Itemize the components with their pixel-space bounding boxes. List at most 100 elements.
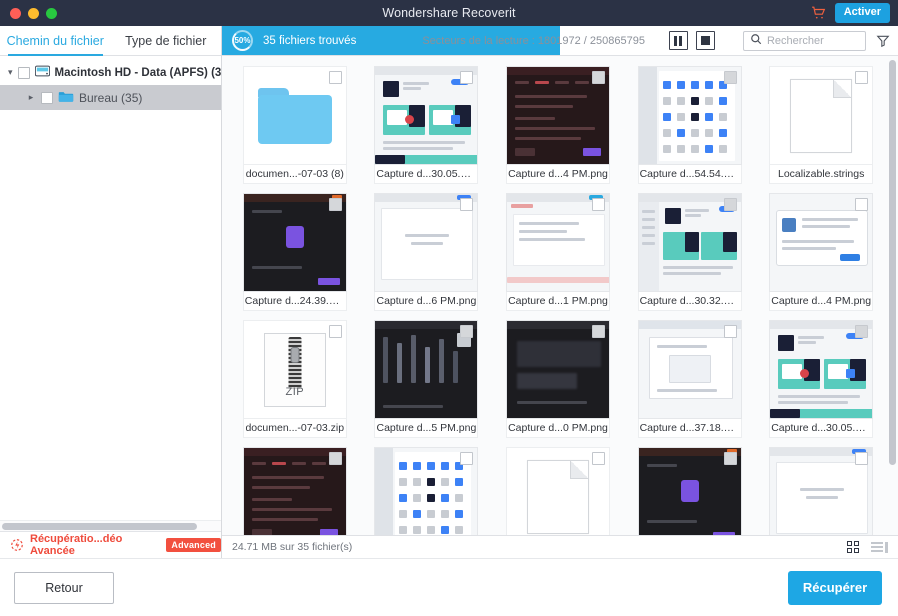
file-thumbnail[interactable] xyxy=(374,66,479,165)
close-window-button[interactable] xyxy=(10,7,21,19)
sectors-read-label: Secteurs de la lecture : 1801972 / 25086… xyxy=(422,34,645,47)
file-grid-scrollbar[interactable] xyxy=(889,60,896,531)
file-select-checkbox[interactable] xyxy=(460,71,474,84)
file-cell[interactable]: Capture d...4 PM.png xyxy=(234,447,356,535)
shopping-cart-icon[interactable] xyxy=(811,6,826,20)
minimize-window-button[interactable] xyxy=(28,7,39,19)
file-name-label: Capture d...30.32.png xyxy=(637,292,742,311)
file-cell[interactable]: Localizable.strings xyxy=(497,447,619,535)
file-thumbnail[interactable] xyxy=(769,66,874,165)
file-select-checkbox[interactable] xyxy=(328,71,342,84)
file-thumbnail[interactable] xyxy=(505,447,610,535)
file-thumbnail[interactable] xyxy=(637,66,742,165)
file-cell[interactable]: Capture d...24.39.png xyxy=(234,193,356,311)
maximize-window-button[interactable] xyxy=(46,7,57,19)
file-select-checkbox[interactable] xyxy=(460,198,474,211)
file-thumbnail[interactable] xyxy=(242,66,347,165)
file-select-checkbox[interactable] xyxy=(460,452,474,465)
file-thumbnail[interactable] xyxy=(769,447,874,535)
search-icon xyxy=(750,32,762,50)
pause-scan-button[interactable] xyxy=(668,31,688,50)
file-cell[interactable]: documen...-07-03 (8) xyxy=(234,66,356,184)
scan-toolbar: 50% 35 fichiers trouvés Secteurs de la l… xyxy=(222,26,898,56)
file-thumbnail[interactable] xyxy=(374,447,479,535)
file-thumbnail[interactable] xyxy=(374,320,479,419)
file-cell[interactable]: Capture d...5 PM.png xyxy=(366,320,488,438)
file-thumbnail[interactable] xyxy=(637,447,742,535)
back-button[interactable]: Retour xyxy=(14,571,114,604)
file-cell[interactable]: Capture d...24.39.png xyxy=(629,447,751,535)
stop-scan-button[interactable] xyxy=(695,31,715,50)
grid-view-icon[interactable] xyxy=(847,541,859,553)
file-cell[interactable]: Capture d...37.18.png xyxy=(629,320,751,438)
file-cell[interactable]: Capture d...4 PM.png xyxy=(497,66,619,184)
search-input[interactable] xyxy=(766,34,859,47)
file-cell[interactable]: Capture d...30.32.png xyxy=(629,193,751,311)
file-cell[interactable]: Capture d...54.54.png xyxy=(629,66,751,184)
file-thumbnail[interactable] xyxy=(769,193,874,292)
file-cell[interactable]: Capture d...30.05.png xyxy=(760,320,882,438)
sidebar-tabs: Chemin du fichier Type de fichier xyxy=(0,26,221,56)
tab-file-type[interactable]: Type de fichier xyxy=(111,26,222,55)
file-select-checkbox[interactable] xyxy=(723,71,737,84)
file-thumbnail[interactable]: ZIP xyxy=(242,320,347,419)
pause-icon xyxy=(674,35,683,46)
filter-icon[interactable] xyxy=(876,34,890,48)
chevron-down-icon[interactable]: ▾ xyxy=(8,67,13,78)
file-select-checkbox[interactable] xyxy=(460,325,474,338)
file-thumbnail[interactable] xyxy=(505,320,610,419)
file-thumbnail[interactable] xyxy=(505,66,610,165)
search-box[interactable] xyxy=(742,30,866,51)
file-thumbnail[interactable] xyxy=(505,193,610,292)
file-select-checkbox[interactable] xyxy=(855,452,869,465)
file-select-checkbox[interactable] xyxy=(328,198,342,211)
file-cell[interactable]: Capture d...0 PM.png xyxy=(497,320,619,438)
sidebar: Chemin du fichier Type de fichier ▾ Maci… xyxy=(0,26,222,558)
file-select-checkbox[interactable] xyxy=(591,198,605,211)
file-select-checkbox[interactable] xyxy=(855,198,869,211)
activate-button[interactable]: Activer xyxy=(834,3,890,23)
title-bar: Wondershare Recoverit Activer xyxy=(0,0,898,26)
file-thumbnail[interactable] xyxy=(242,193,347,292)
document-icon xyxy=(790,78,853,153)
file-grid-container: documen...-07-03 (8) Capture d...30.05.pn… xyxy=(222,56,898,535)
file-cell[interactable]: Capture d...30.05.png xyxy=(366,66,488,184)
file-name-label: Capture d...30.05.png xyxy=(769,419,874,438)
file-select-checkbox[interactable] xyxy=(855,71,869,84)
chevron-right-icon[interactable]: ▸ xyxy=(26,92,36,103)
file-select-checkbox[interactable] xyxy=(591,71,605,84)
file-select-checkbox[interactable] xyxy=(723,325,737,338)
file-thumbnail[interactable] xyxy=(637,193,742,292)
file-select-checkbox[interactable] xyxy=(855,325,869,338)
scrollbar-thumb[interactable] xyxy=(2,523,197,530)
file-thumbnail[interactable] xyxy=(242,447,347,535)
tab-file-path[interactable]: Chemin du fichier xyxy=(0,26,111,56)
file-cell[interactable]: Localizable.strings xyxy=(760,66,882,184)
file-cell[interactable]: Capture d...6 PM.png xyxy=(760,447,882,535)
file-cell[interactable]: Capture d...4 PM.png xyxy=(760,193,882,311)
file-select-checkbox[interactable] xyxy=(591,452,605,465)
tree-item-checkbox[interactable] xyxy=(17,66,30,79)
tree-item-macintosh-hd[interactable]: ▾ Macintosh HD - Data (APFS) (35 xyxy=(0,60,221,85)
file-select-checkbox[interactable] xyxy=(723,198,737,211)
file-select-checkbox[interactable] xyxy=(591,325,605,338)
file-select-checkbox[interactable] xyxy=(723,452,737,465)
scrollbar-thumb[interactable] xyxy=(889,60,896,466)
recover-button[interactable]: Récupérer xyxy=(788,570,882,605)
sidebar-horizontal-scrollbar[interactable] xyxy=(0,520,221,531)
list-view-icon[interactable] xyxy=(871,541,888,553)
file-thumbnail[interactable] xyxy=(637,320,742,419)
hard-disk-icon xyxy=(34,65,50,80)
file-cell[interactable]: ZIP documen...-07-03.zip xyxy=(234,320,356,438)
advanced-video-recovery-link[interactable]: Récupératio...déo Avancée Advanced xyxy=(0,531,221,558)
file-thumbnail[interactable] xyxy=(769,320,874,419)
file-cell[interactable]: Capture d...54.54.png xyxy=(366,447,488,535)
tree-item-bureau[interactable]: ▸ Bureau (35) xyxy=(0,85,221,110)
tree-item-checkbox[interactable] xyxy=(41,91,53,104)
file-select-checkbox[interactable] xyxy=(328,452,342,465)
file-cell[interactable]: Capture d...1 PM.png xyxy=(497,193,619,311)
file-thumbnail[interactable] xyxy=(374,193,479,292)
window-controls[interactable] xyxy=(0,7,57,19)
file-select-checkbox[interactable] xyxy=(328,325,342,338)
file-cell[interactable]: Capture d...6 PM.png xyxy=(366,193,488,311)
